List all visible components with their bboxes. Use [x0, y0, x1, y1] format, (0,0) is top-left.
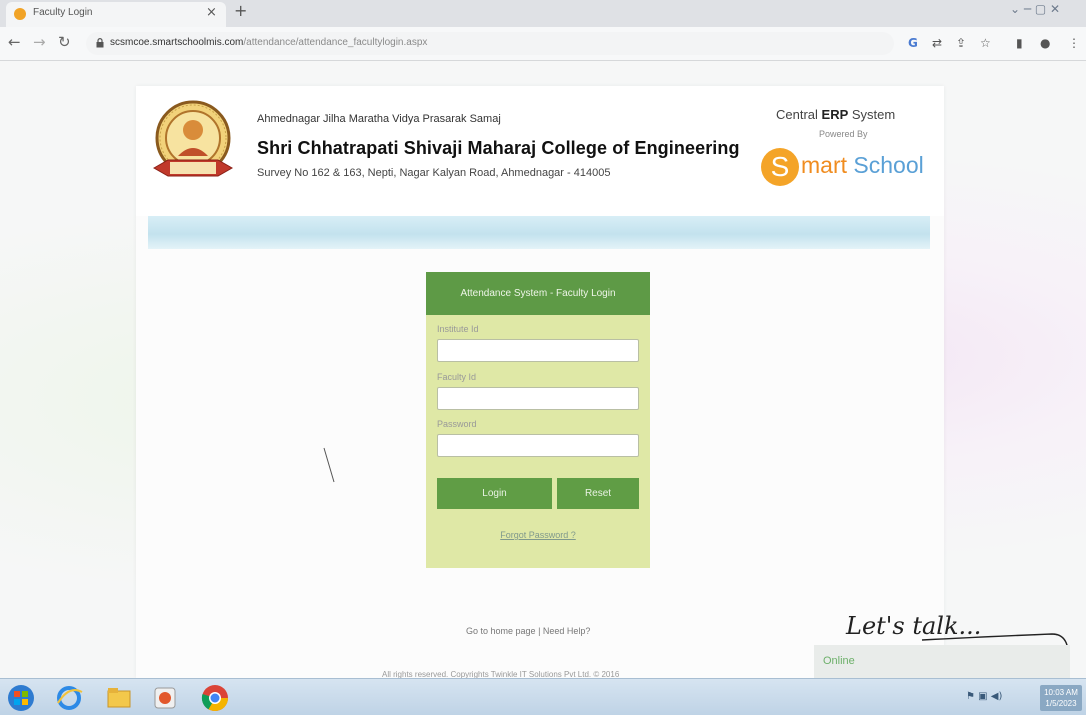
org-subtitle: Ahmednagar Jilha Maratha Vidya Prasarak …: [257, 113, 501, 125]
home-page-link[interactable]: Go to home page: [466, 626, 536, 636]
page-content: Ahmednagar Jilha Maratha Vidya Prasarak …: [136, 86, 944, 679]
tab-close-icon[interactable]: ×: [206, 5, 217, 20]
chrome-icon[interactable]: [200, 683, 230, 713]
favicon-icon: [14, 8, 26, 20]
login-button[interactable]: Login: [437, 478, 552, 509]
translate-icon[interactable]: ⇄: [932, 36, 942, 50]
header-ribbon: [148, 216, 930, 249]
password-label: Password: [437, 419, 477, 429]
institute-id-label: Institute Id: [437, 324, 479, 334]
powered-by-label: Powered By: [819, 129, 868, 139]
college-name: Shri Chhatrapati Shivaji Maharaj College…: [257, 138, 740, 158]
browser-tab-faculty-login[interactable]: Faculty Login ×: [6, 2, 226, 27]
need-help-link[interactable]: Need Help?: [543, 626, 591, 636]
profile-icon[interactable]: ●: [1040, 36, 1050, 50]
chat-status: Online: [823, 655, 855, 667]
login-panel-title: Attendance System - Faculty Login: [426, 272, 650, 315]
erp-title: Central ERP System: [776, 107, 896, 122]
google-icon[interactable]: G: [908, 36, 918, 50]
chat-widget-bar[interactable]: Online: [814, 645, 1070, 678]
start-button-icon[interactable]: [6, 683, 36, 713]
window-controls[interactable]: ⌄ ─ ▢ ✕: [1010, 2, 1060, 16]
system-tray-icons[interactable]: ⚑ ▣ ◀): [966, 691, 1002, 702]
faculty-id-input[interactable]: [437, 387, 639, 410]
address-bar[interactable]: scsmcoe.smartschoolmis.com/attendance/at…: [86, 32, 894, 55]
institute-id-input[interactable]: [437, 339, 639, 362]
faculty-login-panel: Attendance System - Faculty Login Instit…: [426, 272, 650, 568]
windows-taskbar: ⚑ ▣ ◀) 10:03 AM 1/5/2023: [0, 678, 1086, 715]
browser-toolbar: ← → ↻ scsmcoe.smartschoolmis.com/attenda…: [0, 27, 1086, 61]
new-tab-button[interactable]: +: [234, 1, 247, 20]
lock-icon: [96, 38, 104, 48]
taskbar-clock[interactable]: 10:03 AM 1/5/2023: [1040, 685, 1082, 711]
smartschool-wordmark: mart School: [801, 152, 924, 178]
url-text[interactable]: scsmcoe.smartschoolmis.com/attendance/at…: [110, 37, 427, 48]
back-arrow-icon[interactable]: ←: [8, 33, 21, 51]
smartschool-logo: S mart School: [761, 148, 931, 188]
browser-tabstrip: Faculty Login × + ⌄ ─ ▢ ✕: [0, 0, 1086, 27]
mouse-cursor-trail: [323, 447, 335, 483]
file-explorer-icon[interactable]: [104, 683, 134, 713]
faculty-id-label: Faculty Id: [437, 372, 477, 382]
media-player-icon[interactable]: [150, 683, 180, 713]
forward-arrow-icon[interactable]: →: [33, 33, 46, 51]
site-header: Ahmednagar Jilha Maratha Vidya Prasarak …: [136, 86, 944, 216]
internet-explorer-icon[interactable]: [54, 683, 84, 713]
smartschool-s-icon: S: [761, 148, 799, 186]
footer-links: Go to home page | Need Help?: [466, 626, 591, 636]
password-input[interactable]: [437, 434, 639, 457]
forgot-password-link[interactable]: Forgot Password ?: [426, 530, 650, 540]
tab-title: Faculty Login: [33, 7, 93, 18]
side-panel-icon[interactable]: ▮: [1016, 36, 1023, 50]
menu-dots-icon[interactable]: ⋮: [1068, 36, 1080, 50]
share-icon[interactable]: ⇪: [956, 36, 966, 50]
bookmark-star-icon[interactable]: ☆: [980, 36, 991, 50]
college-logo-icon: [152, 100, 234, 177]
college-address: Survey No 162 & 163, Nepti, Nagar Kalyan…: [257, 167, 611, 179]
reload-icon[interactable]: ↻: [58, 33, 71, 51]
reset-button[interactable]: Reset: [557, 478, 639, 509]
